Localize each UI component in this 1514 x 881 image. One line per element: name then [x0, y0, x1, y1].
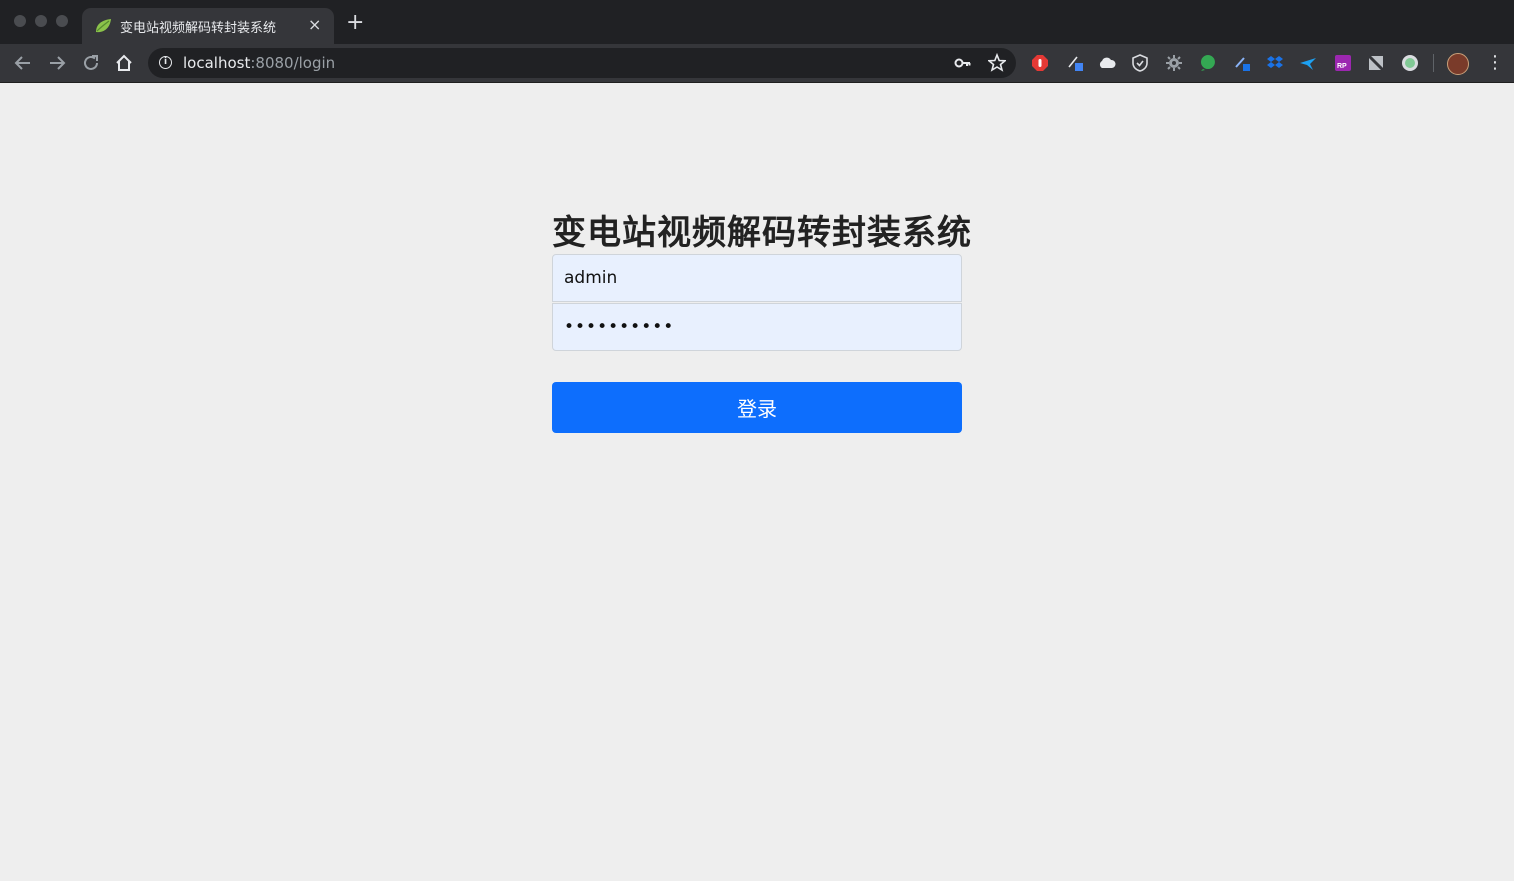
- pen-extension-icon[interactable]: [1066, 54, 1084, 72]
- key-icon[interactable]: [954, 53, 972, 73]
- back-arrow-icon[interactable]: [12, 52, 34, 74]
- tab-title: 变电站视频解码转封装系统: [120, 21, 277, 36]
- url-text[interactable]: localhost:8080/login: [183, 54, 335, 72]
- edit-extension-icon[interactable]: [1233, 54, 1251, 72]
- shield-extension-icon[interactable]: [1131, 54, 1149, 72]
- browser-titlebar: 变电站视频解码转封装系统 × +: [0, 0, 1514, 44]
- gear-extension-icon[interactable]: [1165, 54, 1183, 72]
- close-window-button[interactable]: [14, 15, 26, 27]
- more-vert-icon[interactable]: ⋮: [1486, 52, 1504, 74]
- bookmark-extension-icon[interactable]: [1367, 54, 1385, 72]
- new-tab-button[interactable]: +: [346, 12, 364, 34]
- bird-extension-icon[interactable]: [1299, 54, 1317, 72]
- adblock-extension-icon[interactable]: [1031, 54, 1049, 72]
- address-bar[interactable]: i localhost:8080/login: [148, 48, 1016, 78]
- browser-tab-active[interactable]: 变电站视频解码转封装系统 ×: [82, 8, 334, 44]
- login-button[interactable]: 登录: [552, 382, 962, 433]
- tab-close-icon[interactable]: ×: [308, 16, 321, 34]
- profile-avatar[interactable]: [1447, 53, 1469, 75]
- rp-extension-icon[interactable]: RP: [1334, 54, 1352, 72]
- url-host: localhost: [183, 54, 251, 72]
- home-icon[interactable]: [113, 52, 135, 74]
- dropbox-extension-icon[interactable]: [1266, 54, 1284, 72]
- username-input[interactable]: [552, 254, 962, 302]
- browser-toolbar: i localhost:8080/login RP ⋮: [0, 44, 1514, 83]
- forward-arrow-icon[interactable]: [46, 52, 68, 74]
- reload-icon[interactable]: [80, 52, 102, 74]
- info-icon[interactable]: i: [159, 56, 172, 69]
- svg-text:RP: RP: [1337, 63, 1347, 70]
- password-input[interactable]: [552, 303, 962, 351]
- green-dot-extension-icon[interactable]: [1199, 54, 1217, 72]
- spring-leaf-icon: [96, 19, 111, 33]
- circle-extension-icon[interactable]: [1401, 54, 1419, 72]
- cloud-extension-icon[interactable]: [1098, 54, 1116, 72]
- page-title: 变电站视频解码转封装系统: [552, 213, 972, 253]
- url-path: :8080/login: [250, 54, 336, 72]
- maximize-window-button[interactable]: [56, 15, 68, 27]
- star-icon[interactable]: [988, 53, 1006, 73]
- minimize-window-button[interactable]: [35, 15, 47, 27]
- toolbar-divider: [1433, 54, 1434, 72]
